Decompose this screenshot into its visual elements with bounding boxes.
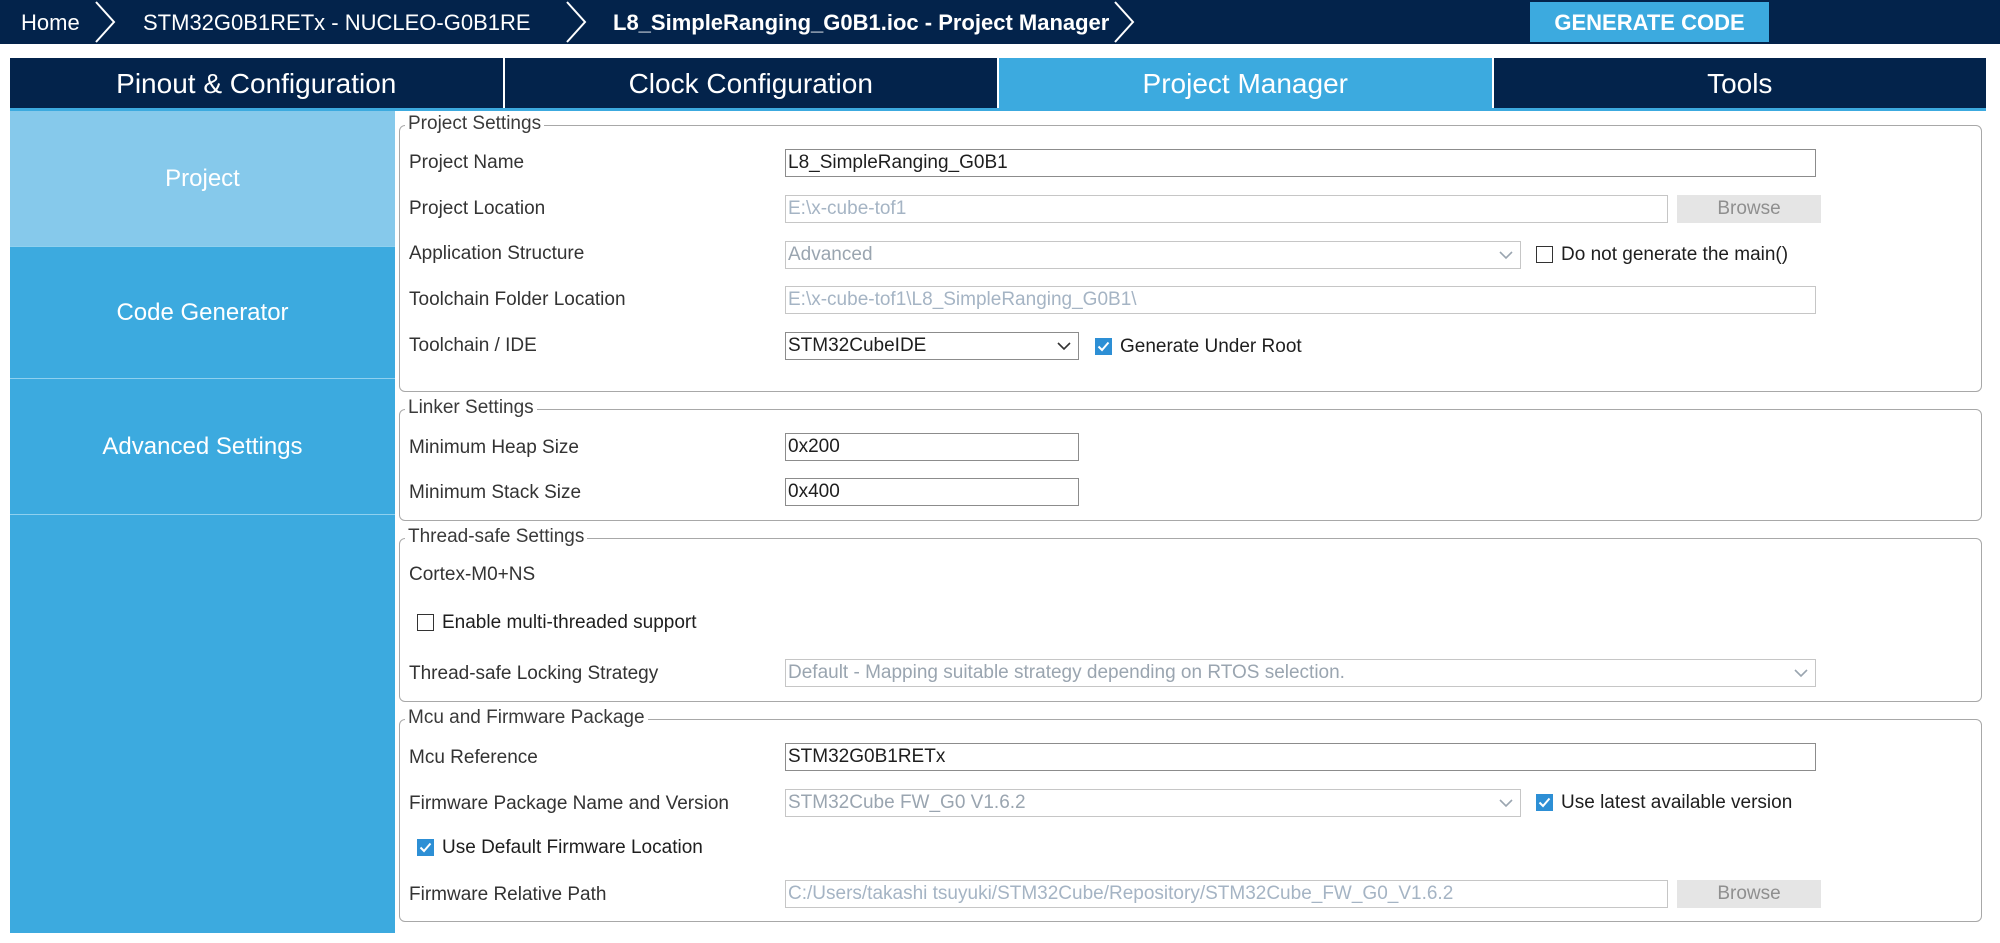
generate-code-button[interactable]: GENERATE CODE [1530, 2, 1769, 42]
breadcrumb-home[interactable]: Home [21, 0, 80, 44]
thread-safe-legend: Thread-safe Settings [405, 526, 588, 548]
tab-tools[interactable]: Tools [1493, 58, 1986, 110]
sidebar-item-project[interactable]: Project [10, 111, 395, 247]
project-name-label: Project Name [409, 152, 525, 173]
project-location-browse-button[interactable]: Browse [1677, 195, 1821, 223]
locking-strategy-label: Thread-safe Locking Strategy [409, 663, 659, 684]
chevron-down-icon [1499, 799, 1513, 808]
mcu-reference-label: Mcu Reference [409, 747, 538, 768]
do-not-generate-main-checkbox[interactable]: Do not generate the main() [1536, 244, 1836, 268]
toolchain-ide-value: STM32CubeIDE [788, 335, 927, 356]
breadcrumb: Home STM32G0B1RETx - NUCLEO-G0B1RE L8_Si… [0, 0, 2000, 44]
checkbox-box [1095, 338, 1112, 355]
app-structure-label: Application Structure [409, 243, 585, 264]
heap-size-label: Minimum Heap Size [409, 437, 579, 458]
checkmark-icon [1097, 341, 1109, 351]
generate-under-root-label: Generate Under Root [1120, 336, 1302, 357]
checkbox-box [1536, 246, 1553, 263]
breadcrumb-file[interactable]: L8_SimpleRanging_G0B1.ioc - Project Mana… [613, 0, 1109, 44]
checkbox-box [417, 614, 434, 631]
toolchain-ide-select[interactable]: STM32CubeIDE [785, 332, 1079, 360]
tab-project-manager[interactable]: Project Manager [999, 58, 1494, 110]
sidebar: Project Code Generator Advanced Settings [10, 111, 395, 933]
chevron-right-icon [566, 1, 587, 43]
checkbox-box [417, 839, 434, 856]
core-label: Cortex-M0+NS [409, 564, 536, 585]
app-structure-select[interactable]: Advanced [785, 241, 1521, 269]
mcu-firmware-legend: Mcu and Firmware Package [405, 707, 648, 729]
fw-path-browse-button[interactable]: Browse [1677, 880, 1821, 908]
checkbox-box [1536, 794, 1553, 811]
project-name-field[interactable]: L8_SimpleRanging_G0B1 [785, 149, 1816, 177]
app-structure-value: Advanced [788, 244, 873, 265]
use-latest-version-label: Use latest available version [1561, 792, 1793, 813]
toolchain-ide-label: Toolchain / IDE [409, 335, 537, 356]
project-location-label: Project Location [409, 198, 546, 219]
tab-clock-configuration[interactable]: Clock Configuration [504, 58, 999, 110]
chevron-right-icon [95, 1, 116, 43]
chevron-down-icon [1057, 342, 1071, 351]
linker-settings-group [399, 409, 1982, 521]
chevron-down-icon [1794, 669, 1808, 678]
sidebar-item-code-generator[interactable]: Code Generator [10, 247, 395, 379]
fw-package-value: STM32Cube FW_G0 V1.6.2 [788, 792, 1026, 813]
generate-under-root-checkbox[interactable]: Generate Under Root [1095, 336, 1335, 360]
linker-settings-legend: Linker Settings [405, 397, 537, 419]
tab-pinout-configuration[interactable]: Pinout & Configuration [10, 58, 505, 110]
fw-relative-path-field[interactable]: C:/Users/takashi tsuyuki/STM32Cube/Repos… [785, 880, 1668, 908]
use-default-fw-location-label: Use Default Firmware Location [442, 837, 703, 858]
mcu-reference-field[interactable]: STM32G0B1RETx [785, 743, 1816, 771]
toolchain-folder-field[interactable]: E:\x-cube-tof1\L8_SimpleRanging_G0B1\ [785, 286, 1816, 314]
checkmark-icon [1538, 797, 1550, 807]
sidebar-item-advanced-settings[interactable]: Advanced Settings [10, 379, 395, 515]
heap-size-field[interactable]: 0x200 [785, 433, 1079, 461]
main-tabs: Pinout & Configuration Clock Configurati… [10, 58, 1986, 110]
stack-size-field[interactable]: 0x400 [785, 478, 1079, 506]
toolchain-folder-label: Toolchain Folder Location [409, 289, 626, 310]
fw-package-label: Firmware Package Name and Version [409, 793, 729, 814]
multithread-label: Enable multi-threaded support [442, 612, 697, 633]
multithread-checkbox[interactable]: Enable multi-threaded support [417, 612, 737, 636]
fw-package-select[interactable]: STM32Cube FW_G0 V1.6.2 [785, 789, 1521, 817]
checkmark-icon [419, 842, 431, 852]
use-default-fw-location-checkbox[interactable]: Use Default Firmware Location [417, 837, 737, 861]
fw-relative-path-label: Firmware Relative Path [409, 884, 607, 905]
breadcrumb-device[interactable]: STM32G0B1RETx - NUCLEO-G0B1RE [143, 0, 531, 44]
chevron-down-icon [1499, 251, 1513, 260]
locking-strategy-value: Default - Mapping suitable strategy depe… [788, 662, 1345, 683]
chevron-right-icon [1114, 1, 1135, 43]
locking-strategy-select[interactable]: Default - Mapping suitable strategy depe… [785, 659, 1816, 687]
project-location-field[interactable]: E:\x-cube-tof1 [785, 195, 1668, 223]
stack-size-label: Minimum Stack Size [409, 482, 582, 503]
do-not-generate-main-label: Do not generate the main() [1561, 244, 1789, 265]
use-latest-version-checkbox[interactable]: Use latest available version [1536, 792, 1836, 816]
project-settings-legend: Project Settings [405, 113, 545, 135]
